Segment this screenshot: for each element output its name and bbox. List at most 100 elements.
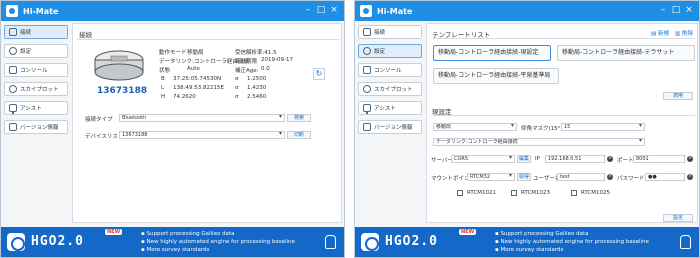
feature-item: ▪ More survey standards (495, 247, 564, 253)
sidebar-item-skyplot[interactable]: スカイプロット (4, 82, 68, 96)
sidebar-item-label: アシスト (20, 106, 42, 112)
device-list-select[interactable]: 13673188 (119, 131, 285, 139)
gear-icon (9, 47, 17, 55)
sidebar-item-label: コンソール (20, 68, 48, 74)
settings-panel: テンプレートリスト ▤ 新規 ▥ 削除 移動局-コントローラ経由接続-現設定 移… (426, 23, 698, 223)
sidebar-item-console[interactable]: コンソール (4, 63, 68, 77)
sidebar-item-label: 設定 (374, 49, 386, 55)
sidebar-item-label: バージョン情報 (20, 125, 59, 131)
datalink-select[interactable]: データリンク:コントローラ経由接続 (433, 138, 645, 146)
sidebar-item-label: バージョン情報 (374, 125, 413, 131)
expiry-label: 有効期限 (235, 59, 258, 65)
info-icon (9, 123, 17, 131)
settings-apply-button[interactable]: 設定 (663, 214, 693, 222)
hand-pointer-icon[interactable] (325, 235, 336, 249)
sidebar-item-label: 接続 (20, 30, 32, 36)
password-label: パスワード (617, 176, 645, 182)
template-item[interactable]: 移動局-コントローラ経由接続-平泉基準局 (433, 68, 559, 84)
sidebar-item-connect[interactable]: 接続 (4, 25, 68, 39)
title-bar: Hi-Mate – □ × (1, 1, 344, 21)
refresh-button[interactable]: ↻ (313, 68, 325, 80)
device-serial: 13673188 (97, 86, 148, 96)
app-title: Hi-Mate (23, 6, 59, 16)
fetch-mountpoint-button[interactable]: 取得 (517, 173, 531, 181)
port-label: ポート (617, 158, 634, 164)
divider (431, 38, 695, 39)
receive-rate: 受信解析率:41.5 (235, 50, 277, 56)
user-field[interactable]: test (557, 173, 605, 181)
rtcm1025-checkbox[interactable] (571, 190, 577, 196)
feature-item: ▪ More survey standards (141, 247, 210, 253)
feature-item: ▪ Support processing Galileo data (495, 231, 589, 237)
maximize-icon[interactable]: □ (670, 4, 682, 16)
close-icon[interactable]: × (683, 4, 695, 16)
sidebar-item-version[interactable]: バージョン情報 (4, 120, 68, 134)
rtcm1023-checkbox[interactable] (511, 190, 517, 196)
footer-brand: HGO2.0 (385, 234, 438, 249)
title-bar: Hi-Mate – □ × (355, 1, 699, 21)
app-title: Hi-Mate (377, 6, 413, 16)
ip-field[interactable]: 192.168.0.51 (545, 155, 605, 163)
elevation-mask-select[interactable]: 15 (561, 123, 645, 131)
password-field[interactable]: ●● (645, 173, 685, 181)
clear-password-icon[interactable]: × (687, 174, 693, 180)
conn-type-label: 接続タイプ (85, 117, 113, 123)
l-sigma-value: 1.4230 (247, 85, 267, 91)
correction-age-value: 0.0 (261, 66, 270, 72)
refresh-icon: ↻ (315, 69, 323, 78)
disconnect-button[interactable]: 切断 (287, 131, 311, 139)
elevation-mask-label: 仰角マスク(15°) (521, 126, 563, 132)
sidebar-item-assist[interactable]: アシスト (358, 101, 422, 115)
b-label: B (161, 76, 165, 82)
new-template-button[interactable]: ▤ 新規 (651, 29, 669, 37)
sidebar: 接続 設定 コンソール スカイプロット アシスト バージョン情報 (4, 25, 68, 139)
sidebar-item-settings[interactable]: 設定 (358, 44, 422, 58)
status-value: Auto (187, 66, 200, 72)
footer-banner: HGO2.0 NEW ▪ Support processing Galileo … (1, 227, 344, 257)
sidebar-item-label: 設定 (20, 49, 32, 55)
sidebar-item-assist[interactable]: アシスト (4, 101, 68, 115)
keyboard-icon (363, 66, 371, 74)
sidebar-item-console[interactable]: コンソール (358, 63, 422, 77)
port-field[interactable]: 8001 (633, 155, 685, 163)
new-badge: NEW (459, 229, 477, 235)
hand-pointer-icon[interactable] (680, 235, 691, 249)
minimize-icon[interactable]: – (657, 4, 669, 16)
rtcm1021-label: RTCM1021 (467, 190, 497, 196)
sidebar-item-settings[interactable]: 設定 (4, 44, 68, 58)
sidebar-item-skyplot[interactable]: スカイプロット (358, 82, 422, 96)
search-button[interactable]: 検索 (287, 114, 311, 122)
receiver-icon (91, 48, 147, 82)
edit-server-button[interactable]: 編集 (517, 155, 531, 163)
apply-button[interactable]: 適用 (663, 92, 693, 100)
hi-mate-window-connection: Hi-Mate – □ × 接続 設定 コンソール スカイプロット アシスト バ… (0, 0, 345, 258)
close-icon[interactable]: × (328, 4, 340, 16)
divider (77, 39, 339, 40)
maximize-icon[interactable]: □ (315, 4, 327, 16)
b-value: 37:25:05.74530N (173, 76, 222, 82)
feature-list: ▪ Support processing Galileo data ▪ New … (141, 230, 295, 254)
b-sigma-label: σ (235, 76, 239, 82)
sidebar-item-version[interactable]: バージョン情報 (358, 120, 422, 134)
b-sigma-value: 1.2500 (247, 76, 267, 82)
template-item[interactable]: 移動局-コントローラ経由接続-現設定 (433, 45, 551, 61)
mountpoint-select[interactable]: RTCM32 (467, 173, 515, 181)
document-icon: ▤ (651, 31, 657, 37)
template-item[interactable]: 移動局-コントローラ経由接続-テラサット (557, 45, 695, 61)
app-logo-icon (360, 5, 372, 17)
device-list-label: デバイスリスト (85, 134, 124, 140)
minimize-icon[interactable]: – (302, 4, 314, 16)
mode-select[interactable]: 移動局 (433, 123, 517, 131)
clear-user-icon[interactable]: × (607, 174, 613, 180)
delete-template-button[interactable]: ▥ 削除 (675, 29, 693, 37)
rtcm1025-label: RTCM1025 (581, 190, 611, 196)
server-select[interactable]: CORS (451, 155, 515, 163)
keyboard-icon (9, 66, 17, 74)
sidebar-item-connect[interactable]: 接続 (358, 25, 422, 39)
conn-type-select[interactable]: Bluetooth (119, 114, 285, 122)
clear-port-icon[interactable]: × (687, 156, 693, 162)
sidebar-item-label: アシスト (374, 106, 396, 112)
clear-ip-icon[interactable]: × (607, 156, 613, 162)
server-label: サーバー (431, 158, 453, 164)
rtcm1021-checkbox[interactable] (457, 190, 463, 196)
